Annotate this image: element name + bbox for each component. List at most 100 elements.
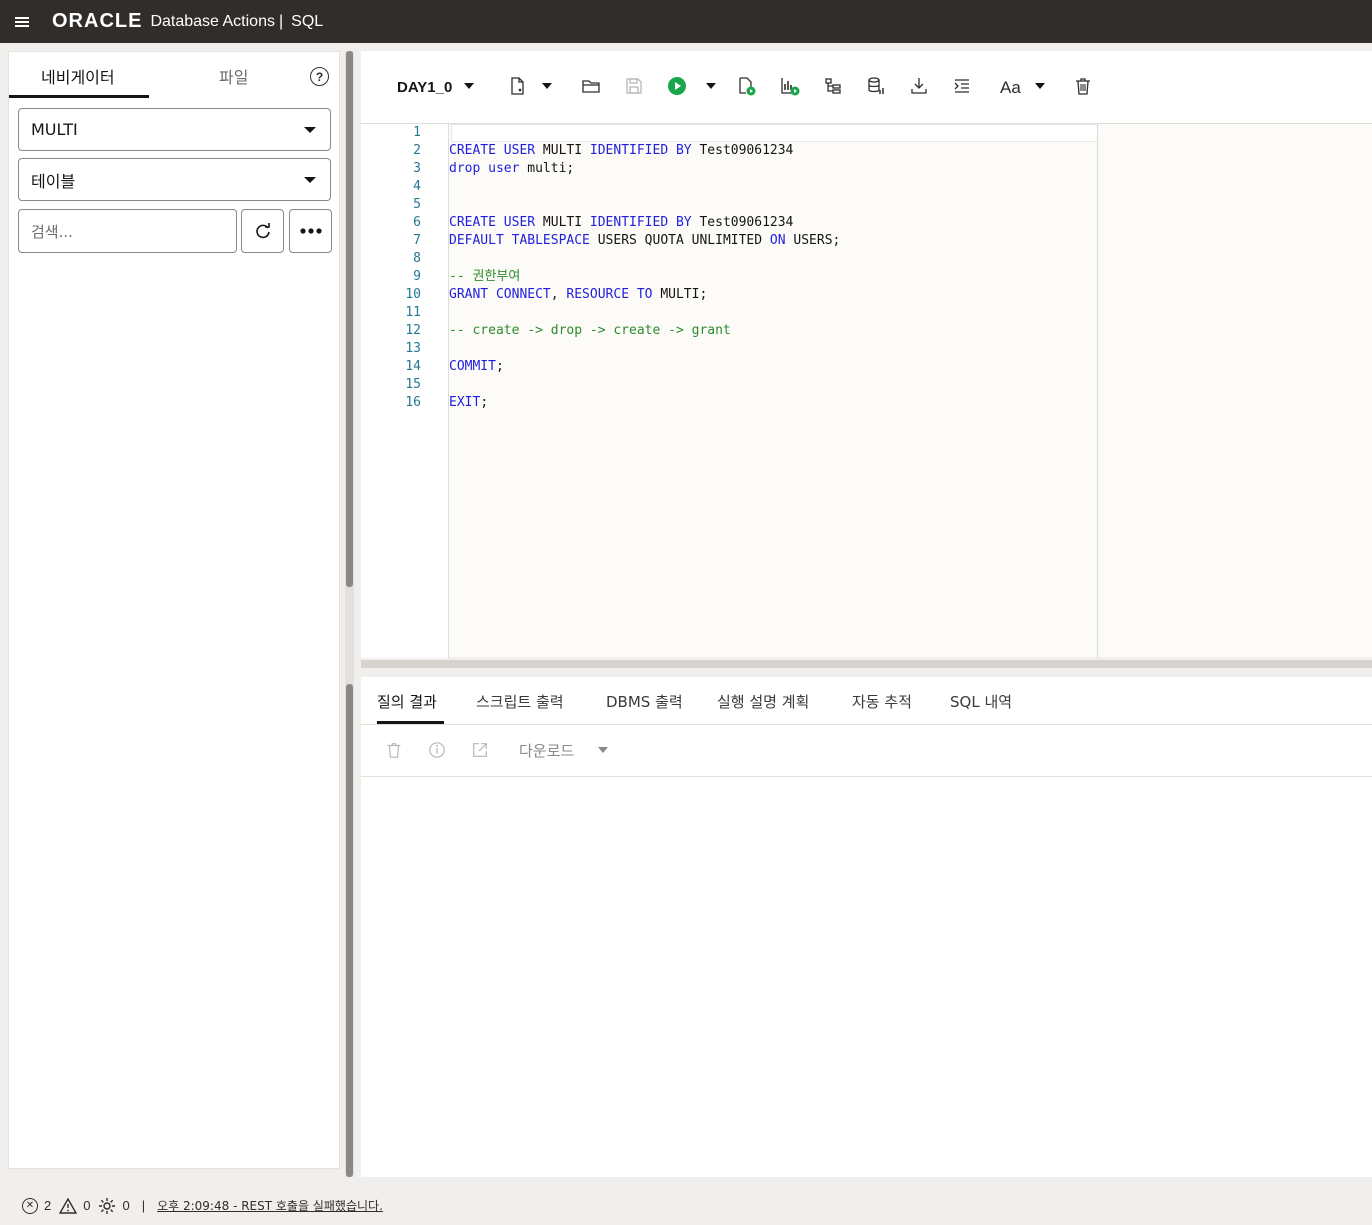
splitter-handle[interactable] xyxy=(346,51,353,587)
search-input[interactable]: 검색... xyxy=(18,209,237,253)
task-count[interactable]: 0 xyxy=(98,1197,130,1215)
code-line: -- 권한부여 xyxy=(449,268,520,286)
chevron-down-icon[interactable] xyxy=(706,83,716,89)
line-number: 12 xyxy=(405,323,421,338)
sql-keyword: DEFAULT TABLESPACE xyxy=(449,233,590,248)
sql-text: MULTI; xyxy=(652,287,708,302)
tab-autotrace[interactable]: 자동 추적 xyxy=(852,691,912,712)
chevron-down-icon[interactable] xyxy=(1035,83,1045,89)
save-icon[interactable] xyxy=(623,75,645,97)
sql-keyword: EXIT xyxy=(449,395,481,410)
tab-dbms-output[interactable]: DBMS 출력 xyxy=(606,691,683,712)
object-type-select-value: 테이블 xyxy=(31,171,76,191)
font-size-button[interactable]: Aa xyxy=(1000,78,1021,98)
warning-count[interactable]: 0 xyxy=(59,1197,90,1214)
sql-keyword: IDENTIFIED BY xyxy=(589,215,692,230)
tab-query-result[interactable]: 질의 결과 xyxy=(377,691,437,712)
vertical-splitter[interactable] xyxy=(345,51,354,1177)
trash-icon[interactable] xyxy=(384,740,404,760)
editor-panel: DAY1_0 Aa 1 2 3 4 5 6 7 8 9 10 11 12 13 … xyxy=(361,51,1372,658)
open-external-icon[interactable] xyxy=(470,740,490,760)
line-number: 16 xyxy=(405,395,421,410)
current-line-highlight xyxy=(451,124,1098,142)
sql-keyword: GRANT CONNECT xyxy=(449,287,551,302)
line-number: 11 xyxy=(405,305,421,320)
search-placeholder: 검색... xyxy=(31,222,73,241)
run-statement-icon[interactable] xyxy=(666,75,688,97)
chevron-down-icon[interactable] xyxy=(542,83,552,89)
more-icon xyxy=(299,228,322,234)
line-number: 4 xyxy=(413,179,421,194)
error-icon: ✕ xyxy=(22,1197,38,1214)
chevron-down-icon[interactable] xyxy=(598,747,608,753)
sql-text: Test09061234 xyxy=(691,143,794,158)
code-line: CREATE USER MULTI IDENTIFIED BY Test0906… xyxy=(449,214,793,232)
code-line: CREATE USER MULTI IDENTIFIED BY Test0906… xyxy=(449,142,793,160)
object-type-select[interactable]: 테이블 xyxy=(18,158,331,201)
tab-sql-history[interactable]: SQL 내역 xyxy=(950,691,1012,712)
chevron-down-icon[interactable] xyxy=(464,83,474,89)
line-number: 1 xyxy=(413,125,421,140)
horizontal-splitter[interactable] xyxy=(361,660,1372,668)
sql-text: multi; xyxy=(519,161,575,176)
active-tab-indicator xyxy=(9,95,149,98)
schema-select-value: MULTI xyxy=(31,120,78,139)
print-margin xyxy=(1097,124,1098,658)
line-number: 2 xyxy=(413,143,421,158)
sql-text: MULTI xyxy=(535,215,590,230)
error-count-value: 2 xyxy=(44,1198,52,1213)
gear-icon xyxy=(99,1197,116,1214)
error-count[interactable]: ✕ 2 xyxy=(22,1197,52,1214)
splitter-handle[interactable] xyxy=(346,684,353,1177)
more-actions-button[interactable] xyxy=(289,209,332,253)
download-menu[interactable]: 다운로드 xyxy=(519,740,574,761)
refresh-button[interactable] xyxy=(241,209,284,253)
editor-toolbar: DAY1_0 Aa xyxy=(361,51,1372,123)
line-number: 13 xyxy=(405,341,421,356)
refresh-icon xyxy=(255,223,270,239)
clear-trash-icon[interactable] xyxy=(1072,75,1094,97)
code-line: -- create -> drop -> create -> grant xyxy=(449,322,731,340)
status-message-link[interactable]: 오후 2:09:48 - REST 호출을 실패했습니다. xyxy=(157,1197,383,1214)
new-worksheet-icon[interactable] xyxy=(506,75,528,97)
tab-explain-plan[interactable]: 실행 설명 계획 xyxy=(717,691,809,712)
format-code-icon[interactable] xyxy=(951,75,973,97)
navigator-tabs: 네비게이터 파일 ? xyxy=(9,52,339,99)
explain-plan-icon[interactable] xyxy=(822,75,844,97)
line-number: 5 xyxy=(413,197,421,212)
worksheet-name[interactable]: DAY1_0 xyxy=(397,79,452,96)
autotrace-icon[interactable] xyxy=(779,75,801,97)
code-editor[interactable]: 1 2 3 4 5 6 7 8 9 10 11 12 13 14 15 16 CREATE USER MULT… xyxy=(361,123,1372,658)
status-divider: | xyxy=(141,1198,146,1213)
oracle-logo: ORACLE xyxy=(52,10,143,32)
active-tab-indicator xyxy=(377,721,444,724)
line-number: 8 xyxy=(413,251,421,266)
sql-keyword: CREATE USER xyxy=(449,143,536,158)
product-title: Database Actions xyxy=(150,12,275,30)
hamburger-menu-icon[interactable] xyxy=(0,0,44,43)
line-number-gutter: 1 2 3 4 5 6 7 8 9 10 11 12 13 14 15 16 xyxy=(361,124,449,658)
code-line: drop user multi; xyxy=(449,160,574,178)
sql-comment: -- 권한부여 xyxy=(449,269,521,284)
sql-text: ; xyxy=(495,359,504,374)
tab-script-output[interactable]: 스크립트 출력 xyxy=(476,691,564,712)
database-stats-icon[interactable] xyxy=(865,75,887,97)
sql-text: Test09061234 xyxy=(691,215,794,230)
line-number: 9 xyxy=(413,269,421,284)
tab-navigator[interactable]: 네비게이터 xyxy=(41,64,115,88)
top-bar: ORACLE Database Actions | SQL xyxy=(0,0,1372,43)
warning-icon xyxy=(59,1197,78,1214)
chevron-down-icon xyxy=(304,177,316,183)
status-bar: ✕ 2 0 0 | 오후 2:09:48 - REST 호출을 실패했습니다. xyxy=(0,1186,1372,1225)
schema-select[interactable]: MULTI xyxy=(18,108,331,151)
help-icon[interactable]: ? xyxy=(310,67,329,86)
open-folder-icon[interactable] xyxy=(580,75,602,97)
code-line: GRANT CONNECT, RESOURCE TO MULTI; xyxy=(449,286,707,304)
title-separator: | xyxy=(278,12,284,30)
run-script-icon[interactable] xyxy=(736,75,758,97)
tab-files[interactable]: 파일 xyxy=(219,64,248,88)
info-icon[interactable] xyxy=(427,740,447,760)
sql-text: , xyxy=(550,287,567,302)
chevron-down-icon xyxy=(304,127,316,133)
download-icon[interactable] xyxy=(908,75,930,97)
